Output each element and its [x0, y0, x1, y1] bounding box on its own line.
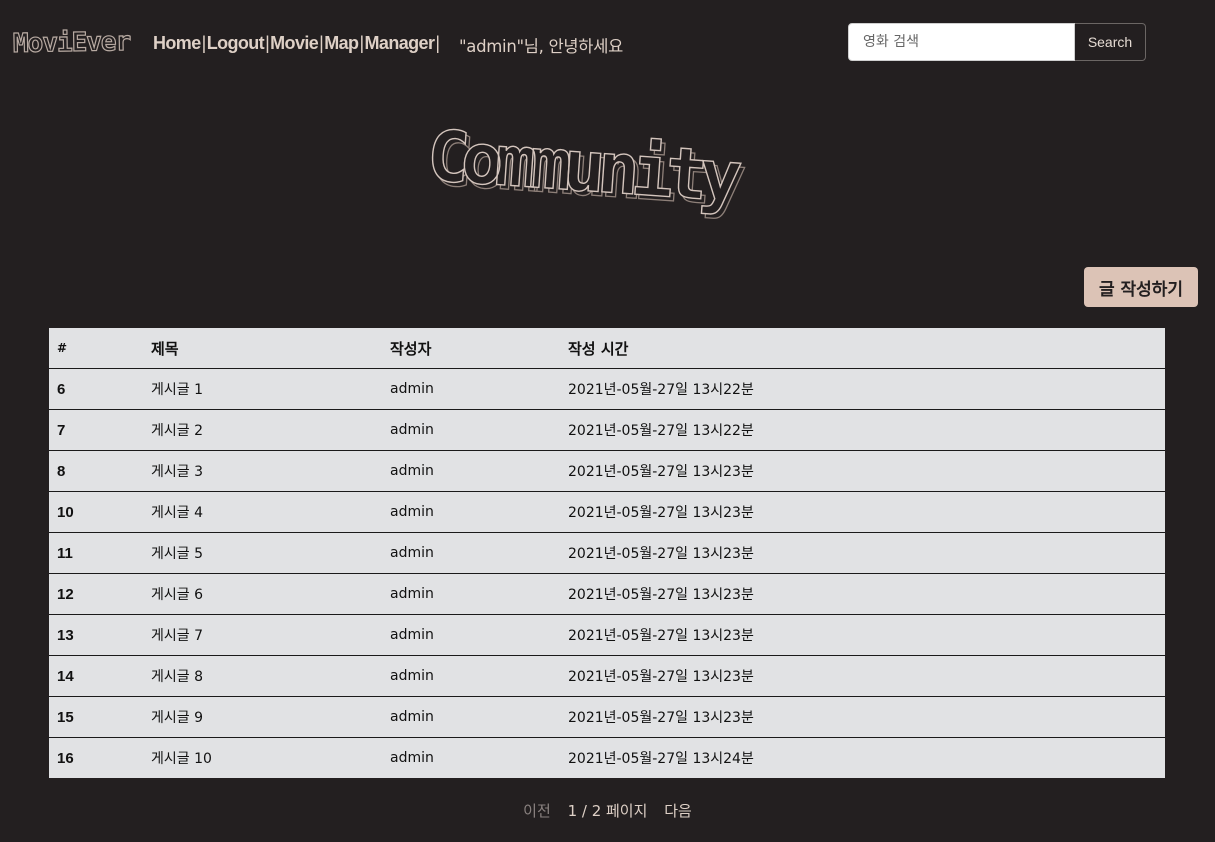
post-title-link[interactable]: 게시글 10: [143, 738, 382, 779]
post-time: 2021년-05월-27일 13시23분: [560, 573, 1165, 615]
post-title-link[interactable]: 게시글 6: [143, 573, 382, 615]
post-number: 13: [49, 614, 143, 656]
post-time: 2021년-05월-27일 13시23분: [560, 655, 1165, 697]
site-logo[interactable]: MoviEver: [12, 26, 131, 59]
column-header-time: 작성 시간: [560, 328, 1165, 369]
post-author: admin: [390, 750, 434, 766]
nav-manager-link[interactable]: Manager: [365, 33, 435, 54]
column-header-author: 작성자: [382, 328, 560, 369]
next-page-link[interactable]: 다음: [664, 802, 692, 820]
nav-home-link[interactable]: Home: [153, 33, 201, 54]
nav-map-link[interactable]: Map: [324, 33, 359, 54]
post-author: admin: [382, 614, 560, 656]
post-time: 2021년-05월-27일 13시24분: [568, 751, 754, 767]
post-time: 2021년-05월-27일 13시23분: [560, 696, 1165, 738]
main-nav: Home | Logout | Movie | Map | Manager |: [153, 33, 440, 54]
post-time: 2021년-05월-27일 13시22분: [560, 409, 1165, 451]
table-row[interactable]: 11 게시글 5 admin 2021년-05월-27일 13시23분: [49, 532, 1165, 574]
post-time: 2021년-05월-27일 13시23분: [560, 491, 1165, 533]
post-title-link[interactable]: 게시글 1: [143, 368, 382, 410]
nav-logout-link[interactable]: Logout: [207, 33, 265, 54]
nav-movie-link[interactable]: Movie: [270, 33, 319, 54]
post-author: admin: [382, 696, 560, 738]
table-header-row: # 제목 작성자 작성 시간: [49, 328, 1165, 369]
table-row[interactable]: 12 게시글 6 admin 2021년-05월-27일 13시23분: [49, 573, 1165, 615]
column-header-title: 제목: [143, 328, 382, 369]
post-title-link[interactable]: 게시글 3: [143, 450, 382, 492]
post-number: 8: [49, 450, 143, 492]
post-author: admin: [382, 532, 560, 574]
post-author: admin: [382, 491, 560, 533]
board-table: # 제목 작성자 작성 시간 6 게시글 1 admin 2021년-05월-2…: [49, 328, 1165, 778]
post-number: 7: [49, 409, 143, 451]
pagination: 이전 1 / 2 페이지 다음: [0, 800, 1215, 821]
post-author: admin: [382, 409, 560, 451]
post-title-link[interactable]: 게시글 2: [143, 409, 382, 451]
column-header-number: #: [49, 328, 143, 369]
post-author: admin: [382, 573, 560, 615]
post-title-link[interactable]: 게시글 4: [143, 491, 382, 533]
post-title-link[interactable]: 게시글 7: [143, 614, 382, 656]
post-time: 2021년-05월-27일 13시22분: [560, 368, 1165, 410]
table-row[interactable]: 8 게시글 3 admin 2021년-05월-27일 13시23분: [49, 450, 1165, 492]
search-input[interactable]: [848, 23, 1075, 61]
post-title-link[interactable]: 게시글 9: [143, 696, 382, 738]
page: MoviEver Home | Logout | Movie | Map | M…: [0, 0, 1215, 842]
post-author: admin: [382, 450, 560, 492]
post-number: 15: [49, 696, 143, 738]
user-greeting: "admin"님, 안녕하세요: [459, 37, 623, 56]
post-title-link[interactable]: 게시글 8: [143, 655, 382, 697]
community-title: Community Community: [425, 114, 748, 222]
nav-separator: |: [435, 33, 440, 53]
search-form: Search: [848, 23, 1146, 61]
post-author: admin: [382, 368, 560, 410]
post-number: 10: [49, 491, 143, 533]
search-button[interactable]: Search: [1075, 23, 1146, 61]
post-number: 12: [49, 573, 143, 615]
table-row[interactable]: 15 게시글 9 admin 2021년-05월-27일 13시23분: [49, 696, 1165, 738]
page-indicator: 1 / 2 페이지: [567, 802, 648, 820]
post-number: 11: [49, 532, 143, 574]
post-time: 2021년-05월-27일 13시23분: [560, 614, 1165, 656]
post-time: 2021년-05월-27일 13시23분: [560, 532, 1165, 574]
table-row[interactable]: 16 게시글 10 admin 2021년-05월-27일 13시24분: [49, 738, 1165, 779]
table-row[interactable]: 6 게시글 1 admin 2021년-05월-27일 13시22분: [49, 368, 1165, 410]
prev-page-link[interactable]: 이전: [523, 802, 551, 820]
table-row[interactable]: 14 게시글 8 admin 2021년-05월-27일 13시23분: [49, 655, 1165, 697]
write-post-button[interactable]: 글 작성하기: [1084, 267, 1198, 307]
table-row[interactable]: 7 게시글 2 admin 2021년-05월-27일 13시22분: [49, 409, 1165, 451]
table-row[interactable]: 10 게시글 4 admin 2021년-05월-27일 13시23분: [49, 491, 1165, 533]
post-number: 14: [49, 655, 143, 697]
post-time: 2021년-05월-27일 13시23분: [560, 450, 1165, 492]
post-number: 6: [49, 368, 143, 410]
post-number: 16: [57, 749, 74, 767]
table-row[interactable]: 13 게시글 7 admin 2021년-05월-27일 13시23분: [49, 614, 1165, 656]
post-author: admin: [382, 655, 560, 697]
post-title-link[interactable]: 게시글 5: [143, 532, 382, 574]
